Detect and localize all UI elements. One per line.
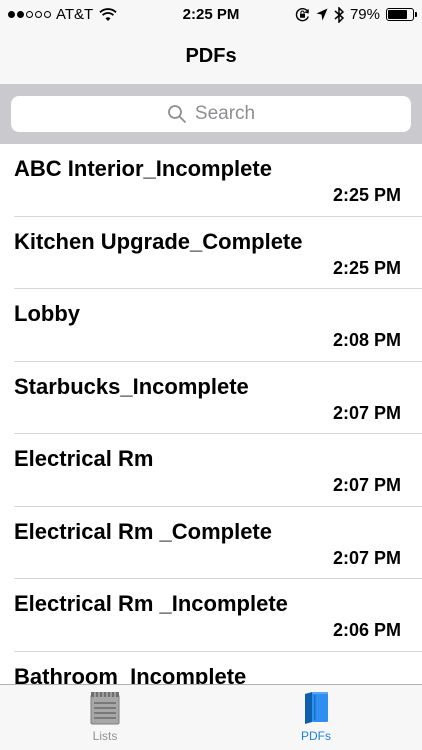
pdf-time: 2:07 PM: [332, 475, 401, 495]
battery-percent: 79%: [349, 6, 380, 23]
pdf-name: Bathroom_Incomplete: [14, 663, 247, 685]
list-item[interactable]: Electrical Rm _Complete 2:07 PM: [0, 507, 422, 579]
search-input[interactable]: Search: [11, 96, 411, 132]
status-bar: AT&T 2:25 PM 79%: [0, 0, 422, 32]
pdf-time: 2:07 PM: [332, 402, 401, 423]
pdf-name: ABC Interior_Incomplete: [14, 156, 272, 181]
pdf-name: Lobby: [14, 301, 80, 326]
tab-pdfs[interactable]: PDFs: [266, 691, 366, 743]
pdf-name: Electrical Rm _Incomplete: [14, 591, 288, 616]
pdf-name: Starbucks_Incomplete: [14, 373, 249, 399]
tab-label: PDFs: [301, 729, 331, 743]
list-item[interactable]: Starbucks_Incomplete 2:07 PM: [0, 362, 422, 434]
pdf-time: 2:25 PM: [332, 257, 401, 278]
tab-label: Lists: [92, 729, 118, 743]
status-right: 79%: [295, 6, 417, 23]
tab-lists[interactable]: Lists: [55, 691, 155, 743]
bluetooth-icon: [334, 6, 344, 23]
page-title: PDFs: [185, 45, 237, 67]
search-icon: [167, 105, 186, 123]
orientation-lock-icon: [295, 7, 309, 22]
navigation-bar: PDFs: [0, 32, 422, 84]
battery-fill: [388, 10, 407, 19]
list-item[interactable]: ABC Interior_Incomplete 2:25 PM: [0, 144, 422, 217]
pdf-time: 2:25 PM: [332, 185, 401, 205]
location-arrow-icon: [316, 8, 328, 21]
list-item[interactable]: Kitchen Upgrade_Complete 2:25 PM: [0, 217, 422, 289]
pdf-name: Electrical Rm _Complete: [14, 518, 272, 544]
tab-bar: Lists PDFs: [0, 684, 422, 750]
list-item[interactable]: Electrical Rm _Incomplete 2:06 PM: [0, 579, 422, 652]
pdf-time: 2:06 PM: [332, 620, 401, 640]
pdf-name: Electrical Rm: [14, 446, 154, 471]
list-item[interactable]: Electrical Rm 2:07 PM: [0, 434, 422, 507]
pdf-time: 2:07 PM: [332, 547, 401, 568]
pdf-list: ABC Interior_Incomplete 2:25 PM Kitchen …: [0, 144, 422, 684]
pdf-time: 2:08 PM: [332, 330, 401, 350]
search-placeholder: Search: [194, 103, 256, 124]
books-icon: [305, 692, 328, 724]
list-item[interactable]: Bathroom_Incomplete: [0, 652, 422, 685]
pdf-name: Kitchen Upgrade_Complete: [14, 228, 303, 254]
notepad-icon: [90, 692, 120, 725]
battery-icon: [386, 8, 417, 21]
battery-cap: [415, 12, 417, 17]
list-item[interactable]: Lobby 2:08 PM: [0, 289, 422, 362]
search-bar: Search: [0, 84, 422, 144]
